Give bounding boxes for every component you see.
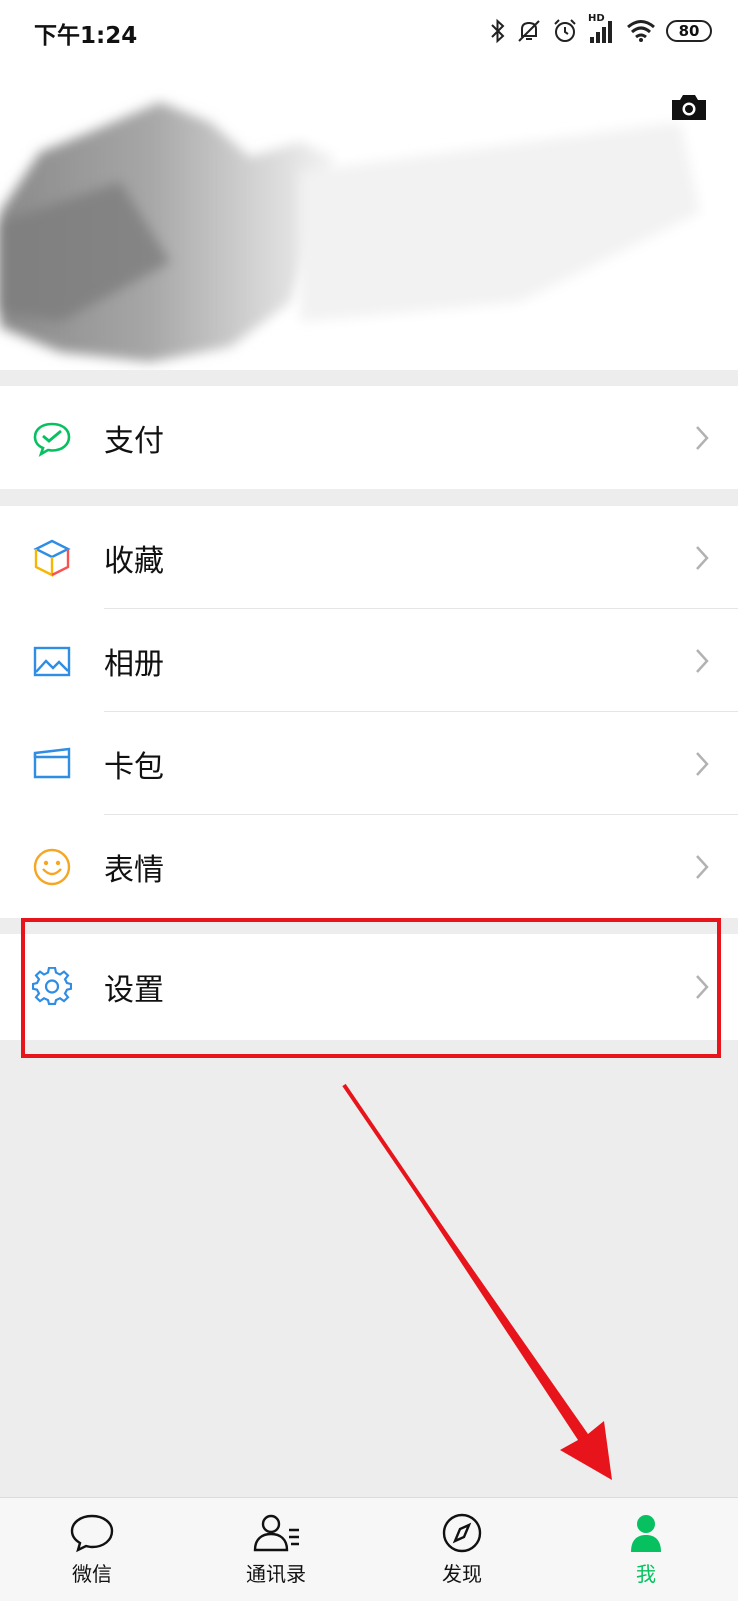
menu-item-label: 收藏 [104,543,164,579]
menu-item-pay[interactable]: 支付 [0,386,738,489]
pay-group: 支付 [0,386,738,489]
status-bar: 下午1:24 HD 80 [0,0,738,62]
status-time: 下午1:24 [34,23,138,49]
menu-item-album[interactable]: 相册 [0,609,738,712]
profile-header[interactable] [0,62,738,370]
tab-label: 微信 [72,1562,112,1586]
chevron-right-icon [696,975,709,999]
alarm-icon [554,19,576,42]
settings-group: 设置 [0,934,738,1040]
menu-item-label: 相册 [104,646,164,682]
chat-bubble-icon [70,1514,114,1553]
mute-icon [518,20,540,42]
chevron-right-icon [696,649,709,673]
tab-label: 发现 [442,1562,482,1586]
chevron-right-icon [696,752,709,776]
tab-discover[interactable]: 发现 [402,1498,522,1601]
camera-icon[interactable] [670,92,708,122]
menu-item-label: 卡包 [104,749,164,785]
chevron-right-icon [696,855,709,879]
battery-level: 80 [678,22,700,40]
card-wallet-icon [33,747,71,779]
wechat-pay-icon [33,422,71,457]
tab-bar: 微信 通讯录 发现 我 [0,1497,738,1601]
chevron-right-icon [696,546,709,570]
menu-item-label: 设置 [104,973,164,1008]
menu-item-favorites[interactable]: 收藏 [0,506,738,609]
tab-me[interactable]: 我 [586,1498,706,1601]
menu-item-settings[interactable]: 设置 [0,934,738,1040]
smiley-icon [33,848,71,886]
favorites-cube-icon [33,539,71,577]
bluetooth-icon [491,18,505,44]
battery-icon: 80 [666,20,712,42]
tab-chats[interactable]: 微信 [32,1498,152,1601]
album-icon [33,646,71,677]
features-group: 收藏 相册 卡包 表情 [0,506,738,918]
wifi-icon [627,20,655,42]
menu-item-stickers[interactable]: 表情 [0,815,738,918]
contacts-icon [253,1514,299,1552]
gear-icon [32,967,72,1005]
tab-label: 我 [636,1562,656,1586]
compass-icon [442,1513,482,1553]
person-icon [631,1515,661,1552]
menu-item-cards[interactable]: 卡包 [0,712,738,815]
status-icons: HD 80 [490,13,712,48]
blurred-avatar [0,102,700,362]
tab-label: 通讯录 [246,1562,306,1586]
menu-item-label: 支付 [104,423,164,459]
menu-item-label: 表情 [104,852,164,888]
chevron-right-icon [696,426,709,450]
tab-contacts[interactable]: 通讯录 [216,1498,336,1601]
signal-icon: HD [588,13,616,45]
